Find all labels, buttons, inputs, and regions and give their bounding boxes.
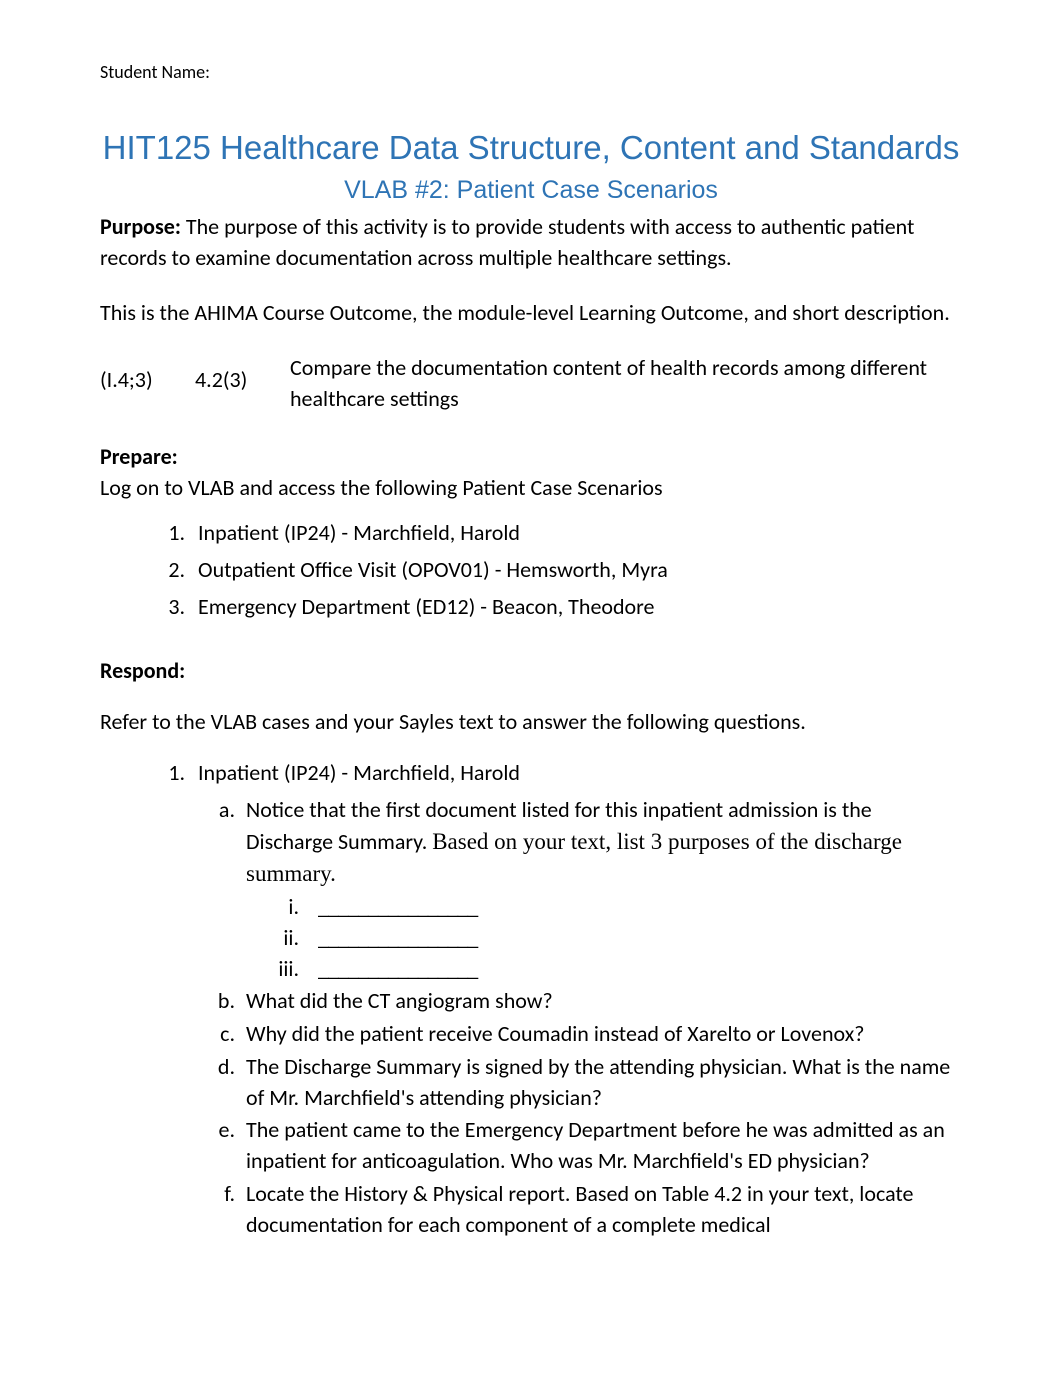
list-item: Locate the History & Physical report. Ba…	[240, 1179, 962, 1241]
outcome-description: Compare the documentation content of hea…	[290, 353, 962, 415]
q1-sublist: Notice that the first document listed fo…	[240, 795, 962, 1241]
blank-line: ________________	[318, 924, 477, 951]
prepare-list: Inpatient (IP24) - Marchfield, Harold Ou…	[190, 518, 962, 622]
list-item: Emergency Department (ED12) - Beacon, Th…	[190, 592, 962, 623]
list-item: Why did the patient receive Coumadin ins…	[240, 1019, 962, 1050]
page-subtitle: VLAB #2: Patient Case Scenarios	[100, 173, 962, 208]
q1-heading: Inpatient (IP24) - Marchfield, Harold	[198, 759, 520, 786]
list-item: ________________	[304, 892, 962, 923]
purpose-text: The purpose of this activity is to provi…	[100, 213, 914, 271]
list-item: Outpatient Office Visit (OPOV01) - Hemsw…	[190, 555, 962, 586]
outcome-code-1: (I.4;3)	[100, 353, 195, 396]
prepare-section: Prepare: Log on to VLAB and access the f…	[100, 442, 962, 504]
outcome-code-2: 4.2(3)	[195, 353, 290, 396]
list-item: Notice that the first document listed fo…	[240, 795, 962, 985]
purpose-label: Purpose:	[100, 213, 181, 240]
prepare-text: Log on to VLAB and access the following …	[100, 473, 962, 504]
student-name-label: Student Name:	[100, 60, 962, 85]
blank-line: ________________	[318, 893, 477, 920]
respond-list: Inpatient (IP24) - Marchfield, Harold No…	[190, 758, 962, 1241]
list-item: Inpatient (IP24) - Marchfield, Harold No…	[190, 758, 962, 1241]
blank-line: ________________	[318, 955, 477, 982]
outcome-intro: This is the AHIMA Course Outcome, the mo…	[100, 298, 962, 329]
list-item: What did the CT angiogram show?	[240, 986, 962, 1017]
purpose-section: Purpose: The purpose of this activity is…	[100, 212, 962, 274]
list-item: Inpatient (IP24) - Marchfield, Harold	[190, 518, 962, 549]
respond-label: Respond:	[100, 656, 962, 687]
prepare-label: Prepare:	[100, 442, 962, 473]
list-item: ________________	[304, 923, 962, 954]
page-title: HIT125 Healthcare Data Structure, Conten…	[100, 125, 962, 171]
respond-intro: Refer to the VLAB cases and your Sayles …	[100, 707, 962, 738]
outcome-row: (I.4;3) 4.2(3) Compare the documentation…	[100, 353, 962, 415]
q1a-blanks: ________________ ________________ ______…	[304, 892, 962, 984]
list-item: The patient came to the Emergency Depart…	[240, 1115, 962, 1177]
list-item: ________________	[304, 954, 962, 985]
list-item: The Discharge Summary is signed by the a…	[240, 1052, 962, 1114]
